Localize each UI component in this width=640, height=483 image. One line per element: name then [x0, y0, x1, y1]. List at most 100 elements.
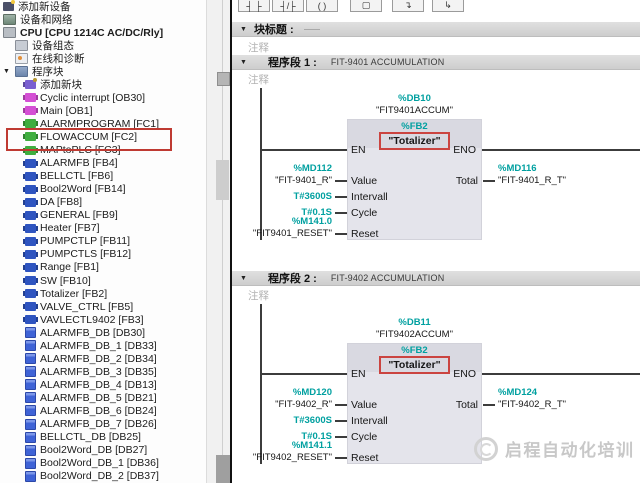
- tree-item[interactable]: BELLCTL [FB6]: [0, 170, 206, 183]
- output-operand-address[interactable]: %MD124: [498, 387, 537, 398]
- tree-item[interactable]: ALARMFB [FB4]: [0, 157, 206, 170]
- tree-item[interactable]: 在线和诊断: [0, 52, 206, 65]
- tree-item-label: BELLCTL_DB [DB25]: [40, 431, 141, 443]
- tree-item[interactable]: ALARMFB_DB_3 [DB35]: [0, 365, 206, 378]
- network-comment[interactable]: 注释: [248, 72, 269, 87]
- expander-triangle-icon[interactable]: ▼: [3, 68, 15, 75]
- tree-item-flowaccum[interactable]: FLOWACCUM [FC2]: [0, 130, 206, 143]
- tree-item[interactable]: PUMPCTLS [FB12]: [0, 248, 206, 261]
- tree-item[interactable]: ALARMFB_DB [DB30]: [0, 326, 206, 339]
- instance-db-name[interactable]: "FIT9402ACCUM": [347, 329, 482, 340]
- input-operand-address[interactable]: T#3600S: [232, 415, 332, 426]
- network-comment[interactable]: 注释: [248, 288, 269, 303]
- block-comment[interactable]: 注释: [248, 40, 269, 55]
- tree-item[interactable]: Cyclic interrupt [OB30]: [0, 91, 206, 104]
- total-pin[interactable]: Total: [432, 399, 478, 411]
- tree-item-label: ALARMFB_DB_6 [DB24]: [40, 405, 157, 417]
- input-wire: [335, 233, 347, 235]
- reset-pin[interactable]: Reset: [351, 228, 378, 240]
- tree-item[interactable]: BELLCTL_DB [DB25]: [0, 431, 206, 444]
- tree-item[interactable]: VALVE_CTRL [FB5]: [0, 300, 206, 313]
- scrollbar-thumb[interactable]: [216, 160, 229, 200]
- eno-pin[interactable]: ENO: [412, 144, 476, 156]
- tree-item[interactable]: Range [FB1]: [0, 261, 206, 274]
- splitter-handle[interactable]: [217, 72, 230, 86]
- cycle-pin[interactable]: Cycle: [351, 431, 377, 443]
- output-operand-name[interactable]: "FIT-9401_R_T": [498, 175, 566, 186]
- tree-item[interactable]: ALARMFB_DB_6 [DB24]: [0, 404, 206, 417]
- input-operand-address[interactable]: %MD120: [232, 387, 332, 398]
- tree-item[interactable]: Bool2Word [FB14]: [0, 183, 206, 196]
- output-operand-name[interactable]: "FIT-9402_R_T": [498, 399, 566, 410]
- value-pin[interactable]: Value: [351, 399, 377, 411]
- open-branch-button[interactable]: ↴: [392, 0, 424, 12]
- input-operand-name[interactable]: "FIT9401_RESET": [232, 228, 332, 239]
- tree-item[interactable]: 设备组态: [0, 39, 206, 52]
- nc-contact-button[interactable]: ┤/├: [272, 0, 304, 12]
- tree-item-label: SW [FB10]: [40, 275, 91, 287]
- tree-item[interactable]: PUMPCTLP [FB11]: [0, 235, 206, 248]
- input-operand-name[interactable]: "FIT9402_RESET": [232, 452, 332, 463]
- tree-item-label: VAVLECTL9402 [FB3]: [40, 314, 144, 326]
- input-wire: [335, 404, 347, 406]
- input-operand-name[interactable]: "FIT-9401_R": [232, 175, 332, 186]
- intervall-pin[interactable]: Intervall: [351, 191, 388, 203]
- block-title-bar[interactable]: ▼ 块标题 :: [232, 22, 640, 37]
- tree-item[interactable]: Bool2Word_DB_1 [DB36]: [0, 457, 206, 470]
- tree-item[interactable]: ALARMFB_DB_5 [DB21]: [0, 391, 206, 404]
- tree-item[interactable]: SW [FB10]: [0, 274, 206, 287]
- no-contact-button[interactable]: ┤ ├: [238, 0, 270, 12]
- tree-item[interactable]: 添加新设备: [0, 0, 206, 13]
- close-branch-button[interactable]: ↳: [432, 0, 464, 12]
- tree-item-label: Bool2Word_DB_2 [DB37]: [40, 470, 159, 482]
- network-header[interactable]: ▼程序段 1 :FIT-9401 ACCUMULATION: [232, 55, 640, 70]
- empty-box-button[interactable]: ▢: [350, 0, 382, 12]
- db-block-icon: [25, 353, 36, 364]
- input-operand-address[interactable]: T#3600S: [232, 191, 332, 202]
- eno-pin[interactable]: ENO: [412, 368, 476, 380]
- tree-item[interactable]: Bool2Word_DB_2 [DB37]: [0, 470, 206, 483]
- coil-button[interactable]: ( ): [306, 0, 338, 12]
- tree-item-label: ALARMFB_DB [DB30]: [40, 327, 145, 339]
- eno-wire: [482, 373, 640, 375]
- input-operand-address[interactable]: %M141.0: [232, 216, 332, 227]
- total-pin[interactable]: Total: [432, 175, 478, 187]
- instance-db-name[interactable]: "FIT9401ACCUM": [347, 105, 482, 116]
- instance-db-address[interactable]: %DB10: [347, 93, 482, 104]
- cpu-icon: [3, 27, 16, 38]
- tree-item[interactable]: ALARMFB_DB_7 [DB26]: [0, 418, 206, 431]
- output-operand-address[interactable]: %MD116: [498, 163, 537, 174]
- input-wire: [335, 196, 347, 198]
- tree-item[interactable]: GENERAL [FB9]: [0, 209, 206, 222]
- input-operand-address[interactable]: %MD112: [232, 163, 332, 174]
- tree-item[interactable]: Bool2Word_DB [DB27]: [0, 444, 206, 457]
- tree-item[interactable]: Heater [FB7]: [0, 222, 206, 235]
- cycle-pin[interactable]: Cycle: [351, 207, 377, 219]
- tree-item[interactable]: CPU [CPU 1214C AC/DC/Rly]: [0, 26, 206, 39]
- reset-pin[interactable]: Reset: [351, 452, 378, 464]
- tree-item[interactable]: 设备和网络: [0, 13, 206, 26]
- tree-item-label: Bool2Word_DB [DB27]: [40, 444, 147, 456]
- block-title-placeholder: [304, 29, 320, 30]
- tree-item[interactable]: ALARMFB_DB_1 [DB33]: [0, 339, 206, 352]
- tree-item[interactable]: ALARMPROGRAM [FC1]: [0, 117, 206, 130]
- en-pin[interactable]: EN: [351, 368, 366, 380]
- input-operand-address[interactable]: %M141.1: [232, 440, 332, 451]
- instance-db-address[interactable]: %DB11: [347, 317, 482, 328]
- input-operand-name[interactable]: "FIT-9402_R": [232, 399, 332, 410]
- network-header[interactable]: ▼程序段 2 :FIT-9402 ACCUMULATION: [232, 271, 640, 286]
- tree-item[interactable]: ▼程序块: [0, 65, 206, 78]
- tree-item[interactable]: MAPtoPLC [FC3]: [0, 144, 206, 157]
- tree-item[interactable]: ALARMFB_DB_4 [DB13]: [0, 378, 206, 391]
- tree-item[interactable]: VAVLECTL9402 [FB3]: [0, 313, 206, 326]
- tree-item[interactable]: Totalizer [FB2]: [0, 287, 206, 300]
- db-block-icon: [25, 419, 36, 430]
- tree-item[interactable]: 添加新块: [0, 78, 206, 91]
- tree-item[interactable]: DA [FB8]: [0, 196, 206, 209]
- tree-item[interactable]: ALARMFB_DB_2 [DB34]: [0, 352, 206, 365]
- block-title-label: 块标题 :: [254, 21, 294, 37]
- tree-item[interactable]: Main [OB1]: [0, 104, 206, 117]
- value-pin[interactable]: Value: [351, 175, 377, 187]
- intervall-pin[interactable]: Intervall: [351, 415, 388, 427]
- en-pin[interactable]: EN: [351, 144, 366, 156]
